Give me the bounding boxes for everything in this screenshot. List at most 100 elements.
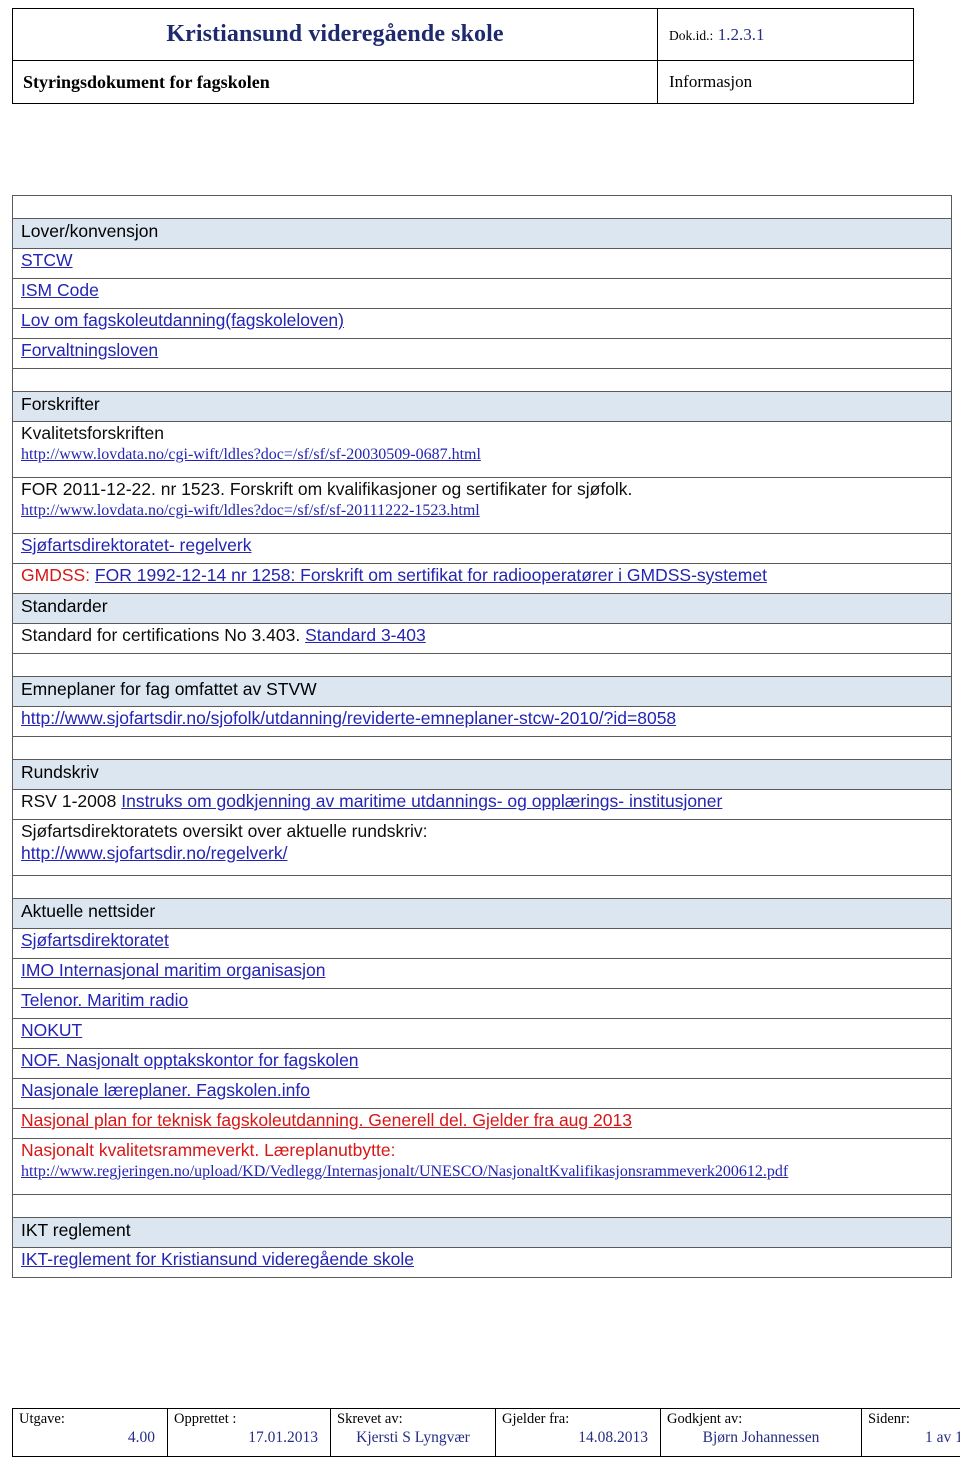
row-fagskoleloven: Lov om fagskoleutdanning(fagskoleloven) [12,308,952,339]
footer-cell-skrevet-av: Skrevet av: Kjersti S Lyngvær [330,1408,496,1457]
row-rundskriv-oversikt: Sjøfartsdirektoratets oversikt over aktu… [12,819,952,876]
footer-cell-godkjent-av: Godkjent av: Bjørn Johannessen [660,1408,862,1457]
section-header-row-nettsider: Aktuelle nettsider [12,898,952,929]
link-kvalitetsforskriften-url[interactable]: http://www.lovdata.no/cgi-wift/ldles?doc… [21,445,945,465]
section-heading-lover: Lover/konvensjon [12,218,952,249]
school-title-cell: Kristiansund videregående skole [12,8,658,61]
footer-cell-sidenr: Sidenr: 1 av 1 [861,1408,960,1457]
link-rsv-instruks[interactable]: Instruks om godkjenning av maritime utda… [121,791,722,811]
table-row: RSV 1-2008 Instruks om godkjenning av ma… [12,789,952,820]
document-subtitle-cell: Styringsdokument for fagskolen [12,60,658,104]
footer-value-sidenr: 1 av 1 [925,1428,960,1446]
row-nof: NOF. Nasjonalt opptakskontor for fagskol… [12,1048,952,1079]
table-row: Sjøfartsdirektoratets oversikt over aktu… [12,819,952,876]
link-gmdss-forskrift[interactable]: FOR 1992-12-14 nr 1258: Forskrift om ser… [95,565,767,585]
link-stcw[interactable]: STCW [21,250,73,270]
header-row-title: Kristiansund videregående skole Dok.id.:… [12,8,914,61]
link-sjofartsdir-regelverk[interactable]: http://www.sjofartsdir.no/regelverk/ [21,843,945,865]
spacer-row [12,653,952,677]
spacer-cell [12,736,952,760]
text-rundskriv-oversikt: Sjøfartsdirektoratets oversikt over aktu… [21,821,428,841]
label-gmdss-prefix: GMDSS: [21,565,91,585]
table-row: Sjøfartsdirektoratet- regelverk [12,533,952,564]
classification-label: Informasjon [669,72,753,91]
section-header-row-emneplaner: Emneplaner for fag omfattet av STVW [12,676,952,707]
row-sjofartsdirektoratet-regelverk: Sjøfartsdirektoratet- regelverk [12,533,952,564]
link-imo[interactable]: IMO Internasjonal maritim organisasjon [21,960,325,980]
row-kvalitetsforskriften: Kvalitetsforskriften http://www.lovdata.… [12,421,952,478]
classification-cell: Informasjon [657,60,914,104]
spacer-cell [12,368,952,392]
table-row: NOF. Nasjonalt opptakskontor for fagskol… [12,1048,952,1079]
link-kvalitetsrammeverk-pdf[interactable]: http://www.regjeringen.no/upload/KD/Vedl… [21,1162,945,1182]
link-sjofartsdirektoratet-regelverk[interactable]: Sjøfartsdirektoratet- regelverk [21,535,252,555]
footer-label-godkjent-av: Godkjent av: [667,1411,743,1427]
link-standard-3-403[interactable]: Standard 3-403 [305,625,426,645]
row-emneplaner-url: http://www.sjofartsdir.no/sjofolk/utdann… [12,706,952,737]
link-fagskoleloven[interactable]: Lov om fagskoleutdanning(fagskoleloven) [21,310,344,330]
footer-value-gjelder-fra: 14.08.2013 [578,1428,648,1446]
link-ikt-reglement[interactable]: IKT-reglement for Kristiansund videregåe… [21,1249,414,1269]
spacer-cell [12,1194,952,1218]
footer-cell-opprettet: Opprettet : 17.01.2013 [167,1408,331,1457]
document-id-label: Dok.id.: [669,27,714,43]
table-row: ISM Code [12,278,952,309]
section-heading-emneplaner: Emneplaner for fag omfattet av STVW [12,676,952,707]
link-nasjonal-plan-teknisk[interactable]: Nasjonal plan for teknisk fagskoleutdann… [21,1110,632,1130]
section-header-row-ikt: IKT reglement [12,1217,952,1248]
table-row: NOKUT [12,1018,952,1049]
text-standard-certifications: Standard for certifications No 3.403. [21,625,301,645]
section-header-row-standarder: Standarder [12,593,952,624]
section-heading-nettsider: Aktuelle nettsider [12,898,952,929]
content-table: Lover/konvensjon STCW ISM Code Lov om fa… [12,195,952,1278]
footer-label-skrevet-av: Skrevet av: [337,1411,403,1427]
table-row: GMDSS: FOR 1992-12-14 nr 1258: Forskrift… [12,563,952,594]
table-row: Nasjonale læreplaner. Fagskolen.info [12,1078,952,1109]
spacer-row [12,736,952,760]
document-footer-table: Utgave: 4.00 Opprettet : 17.01.2013 Skre… [12,1408,960,1457]
link-emneplaner-stcw-2010[interactable]: http://www.sjofartsdir.no/sjofolk/utdann… [21,708,676,728]
document-id-cell: Dok.id.: 1.2.3.1 [657,8,914,61]
section-heading-standarder: Standarder [12,593,952,624]
section-header-row-lover: Lover/konvensjon [12,218,952,249]
row-nokut: NOKUT [12,1018,952,1049]
footer-cell-gjelder-fra: Gjelder fra: 14.08.2013 [495,1408,661,1457]
header-row-subtitle: Styringsdokument for fagskolen Informasj… [12,60,914,104]
footer-label-gjelder-fra: Gjelder fra: [502,1411,570,1427]
table-row: FOR 2011-12-22. nr 1523. Forskrift om kv… [12,477,952,534]
footer-row: Utgave: 4.00 Opprettet : 17.01.2013 Skre… [12,1408,960,1457]
spacer-cell [12,653,952,677]
document-page: Kristiansund videregående skole Dok.id.:… [0,0,960,1461]
section-heading-rundskriv: Rundskriv [12,759,952,790]
table-row: Forvaltningsloven [12,338,952,369]
document-subtitle: Styringsdokument for fagskolen [23,71,270,92]
table-row: Nasjonalt kvalitetsrammeverkt. Læreplanu… [12,1138,952,1195]
link-for-2011-1523-url[interactable]: http://www.lovdata.no/cgi-wift/ldles?doc… [21,501,945,521]
document-id-value: 1.2.3.1 [717,24,765,44]
table-row: STCW [12,248,952,279]
table-row: IKT-reglement for Kristiansund videregåe… [12,1247,952,1278]
row-sjofartsdirektoratet: Sjøfartsdirektoratet [12,928,952,959]
link-nof-opptakskontor[interactable]: NOF. Nasjonalt opptakskontor for fagskol… [21,1050,359,1070]
section-heading-forskrifter: Forskrifter [12,391,952,422]
spacer-row-top [12,195,952,219]
spacer-cell [12,875,952,899]
text-for-2011-1523: FOR 2011-12-22. nr 1523. Forskrift om kv… [21,479,633,499]
table-row: Kvalitetsforskriften http://www.lovdata.… [12,421,952,478]
table-row: IMO Internasjonal maritim organisasjon [12,958,952,989]
document-header-table: Kristiansund videregående skole Dok.id.:… [12,8,914,104]
label-kvalitetsforskriften: Kvalitetsforskriften [21,423,164,443]
link-nasjonale-laereplaner[interactable]: Nasjonale læreplaner. Fagskolen.info [21,1080,310,1100]
spacer-row [12,1194,952,1218]
section-heading-ikt: IKT reglement [12,1217,952,1248]
link-forvaltningsloven[interactable]: Forvaltningsloven [21,340,158,360]
link-sjofartsdirektoratet[interactable]: Sjøfartsdirektoratet [21,930,169,950]
row-imo: IMO Internasjonal maritim organisasjon [12,958,952,989]
row-nasjonale-laereplaner: Nasjonale læreplaner. Fagskolen.info [12,1078,952,1109]
link-nokut[interactable]: NOKUT [21,1020,82,1040]
text-kvalitetsrammeverk: Nasjonalt kvalitetsrammeverkt. Læreplanu… [21,1140,396,1160]
footer-label-opprettet: Opprettet : [174,1411,237,1427]
spacer-row [12,368,952,392]
link-ism-code[interactable]: ISM Code [21,280,99,300]
link-telenor-maritim-radio[interactable]: Telenor. Maritim radio [21,990,188,1010]
